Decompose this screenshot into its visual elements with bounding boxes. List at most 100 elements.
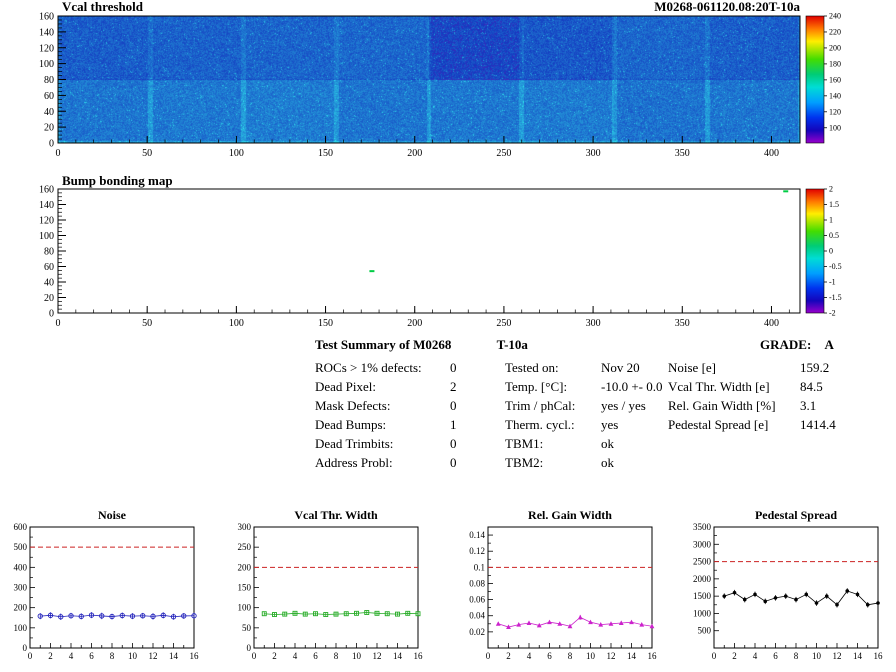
svg-text:14: 14 xyxy=(627,651,637,661)
svg-text:2500: 2500 xyxy=(693,557,712,567)
grade-label: GRADE: xyxy=(760,337,812,352)
svg-text:0.06: 0.06 xyxy=(469,595,485,605)
summary-label: Dead Pixel: xyxy=(315,379,377,394)
colorbar xyxy=(805,188,825,314)
svg-text:300: 300 xyxy=(586,318,601,329)
svg-text:600: 600 xyxy=(14,522,28,532)
summary-row: Dead Trimbits: 0 xyxy=(315,434,505,453)
summary-row: ROCs > 1% defects: 0 xyxy=(315,358,505,377)
colorbar xyxy=(805,15,825,144)
svg-text:400: 400 xyxy=(764,148,779,159)
summary-label: Rel. Gain Width [%] xyxy=(668,398,776,413)
summary-label: Mask Defects: xyxy=(315,398,391,413)
svg-text:200: 200 xyxy=(14,603,28,613)
vcal-map-frame xyxy=(57,15,801,144)
svg-text:350: 350 xyxy=(675,148,690,159)
svg-text:0.12: 0.12 xyxy=(469,546,485,556)
svg-text:16: 16 xyxy=(874,651,884,661)
svg-text:0: 0 xyxy=(247,643,252,653)
svg-text:150: 150 xyxy=(318,318,333,329)
svg-text:10: 10 xyxy=(586,651,596,661)
pedestal-spread-plot: Pedestal Spread 0 2 4 6 8 10 12 14 16 500 1000 1500 2… xyxy=(672,505,896,672)
svg-text:40: 40 xyxy=(44,107,54,118)
noise-svg: Noise 0 2 4 6 8 10 12 14 16 0 100 200 300 400 500 600 xyxy=(14,508,200,661)
svg-text:-1: -1 xyxy=(829,278,836,287)
vcal_thr_width-frame xyxy=(253,526,419,649)
summary-value: 1414.4 xyxy=(800,417,836,432)
svg-text:8: 8 xyxy=(334,651,339,661)
svg-text:16: 16 xyxy=(648,651,658,661)
summary-row: Dead Pixel: 2 xyxy=(315,377,505,396)
summary-label: TBM1: xyxy=(505,436,544,451)
svg-text:300: 300 xyxy=(586,148,601,159)
svg-text:4: 4 xyxy=(753,651,758,661)
svg-text:0.1: 0.1 xyxy=(474,562,485,572)
svg-text:200: 200 xyxy=(238,562,252,572)
svg-text:-0.5: -0.5 xyxy=(829,262,842,271)
svg-text:100: 100 xyxy=(39,59,54,70)
summary-label: Trim / phCal: xyxy=(505,398,576,413)
svg-text:10: 10 xyxy=(812,651,822,661)
vcal_thr_width-series xyxy=(261,610,421,617)
summary-row: Pedestal Spread [e] 1414.4 xyxy=(668,415,878,434)
svg-text:160: 160 xyxy=(39,185,54,196)
summary-row: Temp. [°C]: -10.0 +- 0.0 xyxy=(505,377,680,396)
svg-text:8: 8 xyxy=(568,651,573,661)
svg-text:20: 20 xyxy=(44,123,54,134)
svg-text:180: 180 xyxy=(829,59,841,68)
svg-text:200: 200 xyxy=(407,318,422,329)
summary-label: Tested on: xyxy=(505,360,559,375)
svg-text:240: 240 xyxy=(829,12,841,21)
svg-text:500: 500 xyxy=(698,626,712,636)
svg-text:250: 250 xyxy=(496,318,511,329)
svg-text:0: 0 xyxy=(712,651,717,661)
svg-text:2: 2 xyxy=(829,185,833,194)
svg-text:0.04: 0.04 xyxy=(469,611,485,621)
svg-text:12: 12 xyxy=(833,651,842,661)
noise-plot: Noise 0 2 4 6 8 10 12 14 16 0 100 200 300 400 500 600 xyxy=(0,505,224,672)
svg-text:200: 200 xyxy=(829,43,841,52)
svg-text:14: 14 xyxy=(169,651,179,661)
vcal-threshold-svg: 0 50 100 150 200 250 300 350 400 0 20 40 60 80 100 120 1… xyxy=(39,0,841,159)
summary-value: 0 xyxy=(450,398,457,413)
pedestal_spread-series-line xyxy=(724,590,879,606)
bump-bonding-svg: 0 50 100 150 200 250 300 350 4000204060801001201… xyxy=(39,175,842,329)
svg-text:16: 16 xyxy=(414,651,424,661)
summary-label: ROCs > 1% defects: xyxy=(315,360,422,375)
noise-frame xyxy=(29,526,195,649)
summary-row: Therm. cycl.: yes xyxy=(505,415,680,434)
summary-value: 3.1 xyxy=(800,398,817,413)
svg-text:50: 50 xyxy=(242,623,252,633)
summary-row: Tested on: Nov 20 xyxy=(505,358,680,377)
summary-label: Temp. [°C]: xyxy=(505,379,568,394)
svg-text:120: 120 xyxy=(829,107,841,116)
svg-text:120: 120 xyxy=(39,43,54,54)
summary-row: Dead Bumps: 1 xyxy=(315,415,505,434)
summary-row: Noise [e] 159.2 xyxy=(668,358,878,377)
summary-label: TBM2: xyxy=(505,455,544,470)
svg-text:100: 100 xyxy=(829,123,841,132)
svg-text:0.5: 0.5 xyxy=(829,231,839,240)
svg-text:16: 16 xyxy=(190,651,200,661)
svg-text:0: 0 xyxy=(23,643,28,653)
summary-value: 159.2 xyxy=(800,360,830,375)
svg-text:20: 20 xyxy=(44,293,54,304)
summary-row: TBM2: ok xyxy=(505,453,680,472)
svg-text:8: 8 xyxy=(794,651,799,661)
svg-text:0.14: 0.14 xyxy=(469,530,485,540)
svg-text:250: 250 xyxy=(496,148,511,159)
svg-text:6: 6 xyxy=(89,651,94,661)
svg-text:150: 150 xyxy=(318,148,333,159)
svg-text:2: 2 xyxy=(48,651,53,661)
summary-value: 0 xyxy=(450,436,457,451)
svg-text:100: 100 xyxy=(14,623,28,633)
svg-text:140: 140 xyxy=(39,200,54,211)
svg-text:6: 6 xyxy=(313,651,318,661)
svg-text:0: 0 xyxy=(486,651,491,661)
svg-text:80: 80 xyxy=(44,75,54,86)
summary-label: Dead Trimbits: xyxy=(315,436,394,451)
svg-text:300: 300 xyxy=(14,583,28,593)
svg-text:-1.5: -1.5 xyxy=(829,293,842,302)
svg-text:120: 120 xyxy=(39,216,54,227)
summary-row: Rel. Gain Width [%] 3.1 xyxy=(668,396,878,415)
